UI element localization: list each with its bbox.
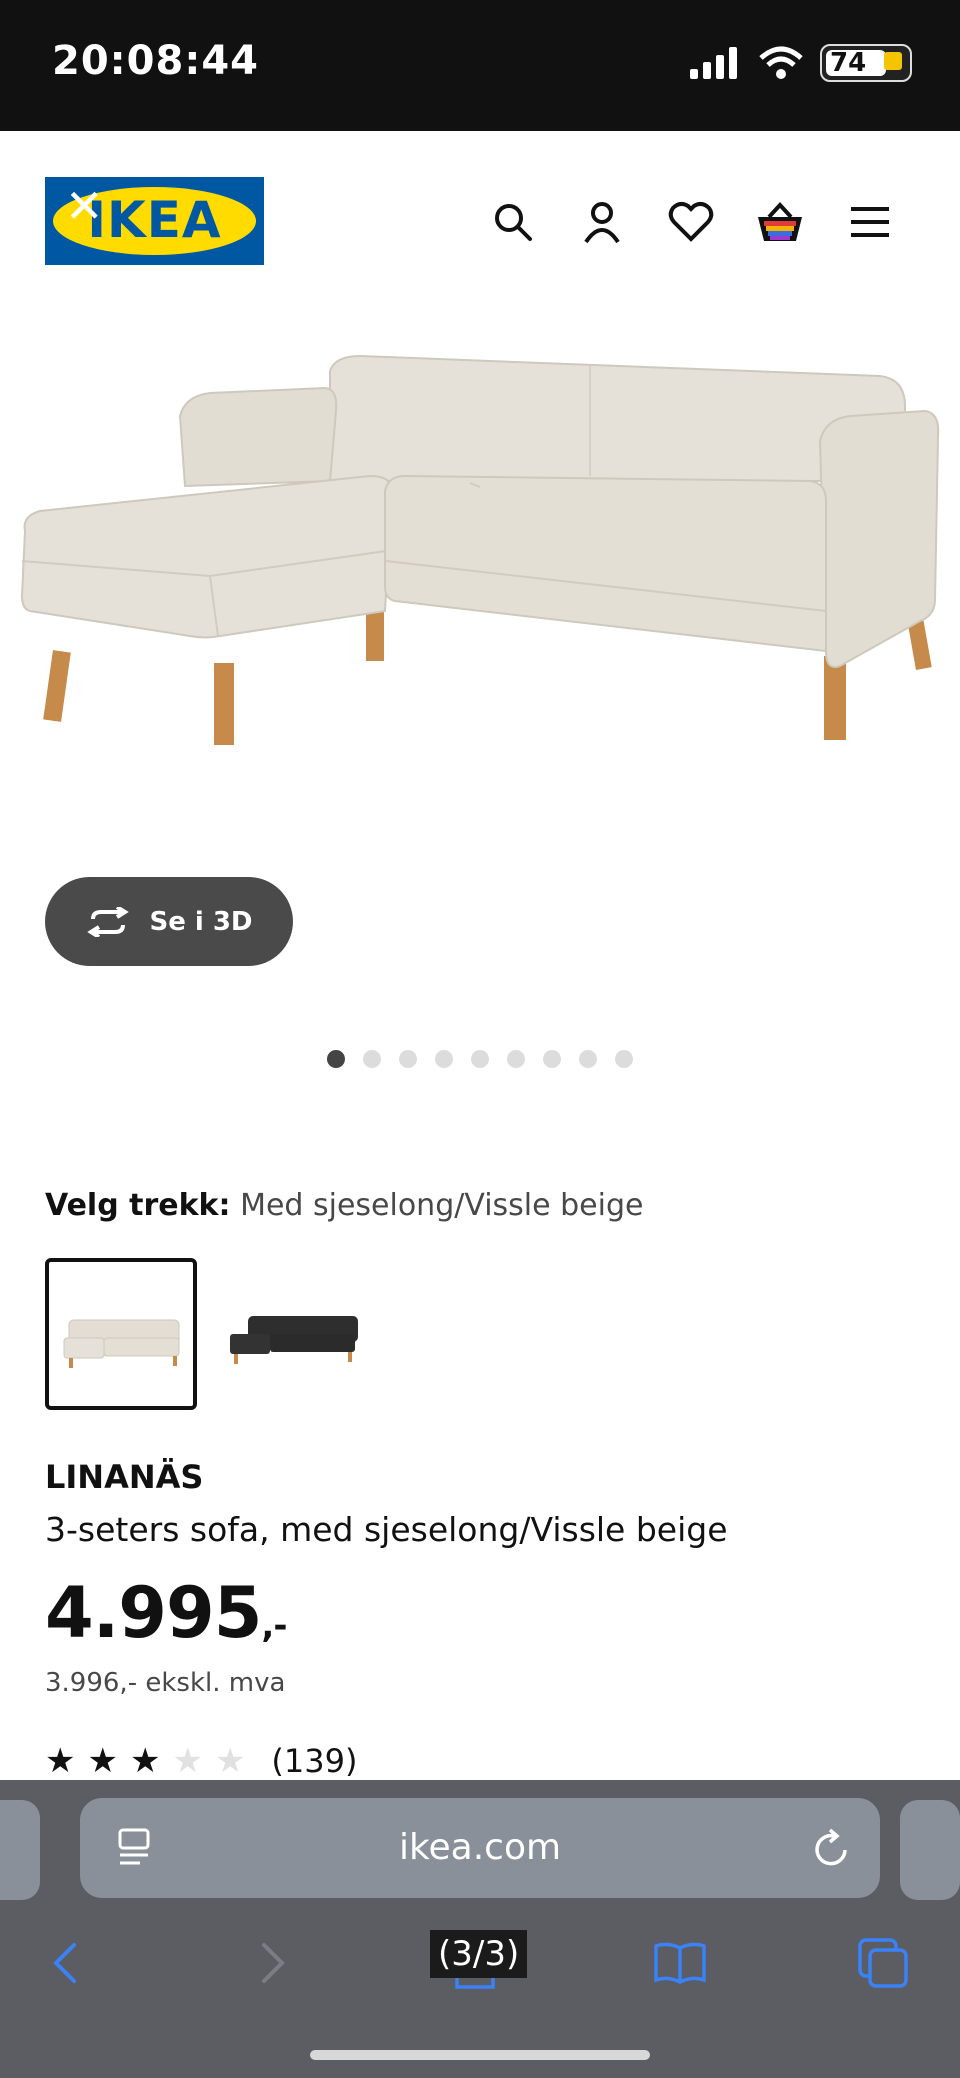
status-bar: 20:08:44 74: [0, 0, 960, 131]
gallery-dot[interactable]: [579, 1050, 597, 1068]
page-indicator: (3/3): [430, 1930, 528, 1978]
gallery-dot[interactable]: [399, 1050, 417, 1068]
home-indicator[interactable]: [310, 2050, 650, 2060]
close-icon[interactable]: ✕: [65, 179, 104, 233]
product-name: LINANÄS: [45, 1458, 204, 1496]
reload-icon[interactable]: [812, 1826, 852, 1874]
ikea-logo[interactable]: IKEA ✕: [45, 177, 264, 265]
variant-value: Med sjeselong/Vissle beige: [240, 1188, 644, 1223]
status-icons: 74: [690, 44, 912, 82]
sofa-thumbnail-dark: [230, 1316, 358, 1364]
gallery-dot[interactable]: [435, 1050, 453, 1068]
signal-icon: [690, 47, 737, 79]
star-filled-icon: ★: [45, 1741, 76, 1781]
gallery-dot[interactable]: [615, 1050, 633, 1068]
variant-swatch-dark-grey[interactable]: [220, 1258, 372, 1410]
gallery-dot[interactable]: [471, 1050, 489, 1068]
review-count[interactable]: (139): [271, 1742, 357, 1780]
back-icon[interactable]: [30, 1928, 100, 1998]
shopping-basket-icon[interactable]: [750, 192, 810, 252]
view-in-3d-label: Se i 3D: [149, 906, 253, 937]
product-price: 4.995,-: [45, 1572, 287, 1654]
price-suffix: ,-: [261, 1606, 287, 1646]
status-time: 20:08:44: [52, 38, 259, 84]
forward-icon[interactable]: [238, 1928, 308, 1998]
variant-label: Velg trekk:: [45, 1188, 231, 1223]
sofa-illustration: [20, 354, 940, 745]
gallery-dot[interactable]: [543, 1050, 561, 1068]
star-empty-icon: ★: [214, 1741, 246, 1781]
price-ex-vat: 3.996,- ekskl. mva: [45, 1668, 286, 1698]
menu-icon[interactable]: [840, 192, 900, 252]
address-bar[interactable]: ikea.com: [80, 1798, 880, 1898]
gallery-dot[interactable]: [507, 1050, 525, 1068]
gallery-dot[interactable]: [363, 1050, 381, 1068]
battery-level: 74: [830, 48, 867, 78]
rating[interactable]: ★ ★ ★ ★ ★ (139): [45, 1742, 357, 1780]
star-empty-icon: ★: [172, 1741, 203, 1781]
star-filled-icon: ★: [87, 1741, 118, 1781]
view-in-3d-button[interactable]: Se i 3D: [45, 877, 293, 966]
wishlist-heart-icon[interactable]: [661, 192, 721, 252]
variant-selector-label: Velg trekk: Med sjeselong/Vissle beige: [45, 1188, 643, 1223]
next-tab-preview[interactable]: [900, 1800, 960, 1900]
price-main: 4.995: [45, 1572, 262, 1654]
gallery-dot[interactable]: [327, 1050, 345, 1068]
tabs-icon[interactable]: [848, 1928, 918, 1998]
product-description: 3-seters sofa, med sjeselong/Vissle beig…: [45, 1510, 728, 1549]
product-image[interactable]: [0, 311, 960, 871]
url-text: ikea.com: [398, 1827, 562, 1868]
rotate-3d-icon: [87, 906, 130, 937]
search-icon[interactable]: [483, 192, 543, 252]
previous-tab-preview[interactable]: [0, 1800, 40, 1900]
star-filled-icon: ★: [129, 1741, 161, 1781]
gallery-pagination[interactable]: [0, 1050, 960, 1068]
battery-icon: 74: [820, 44, 912, 82]
wifi-icon: [759, 46, 803, 79]
account-icon[interactable]: [572, 192, 632, 252]
browser-toolbar: ikea.com (3/3): [0, 1780, 960, 2078]
variant-swatch-beige[interactable]: [45, 1258, 197, 1410]
bookmarks-icon[interactable]: [645, 1928, 715, 1998]
sofa-thumbnail-beige: [63, 1319, 180, 1368]
